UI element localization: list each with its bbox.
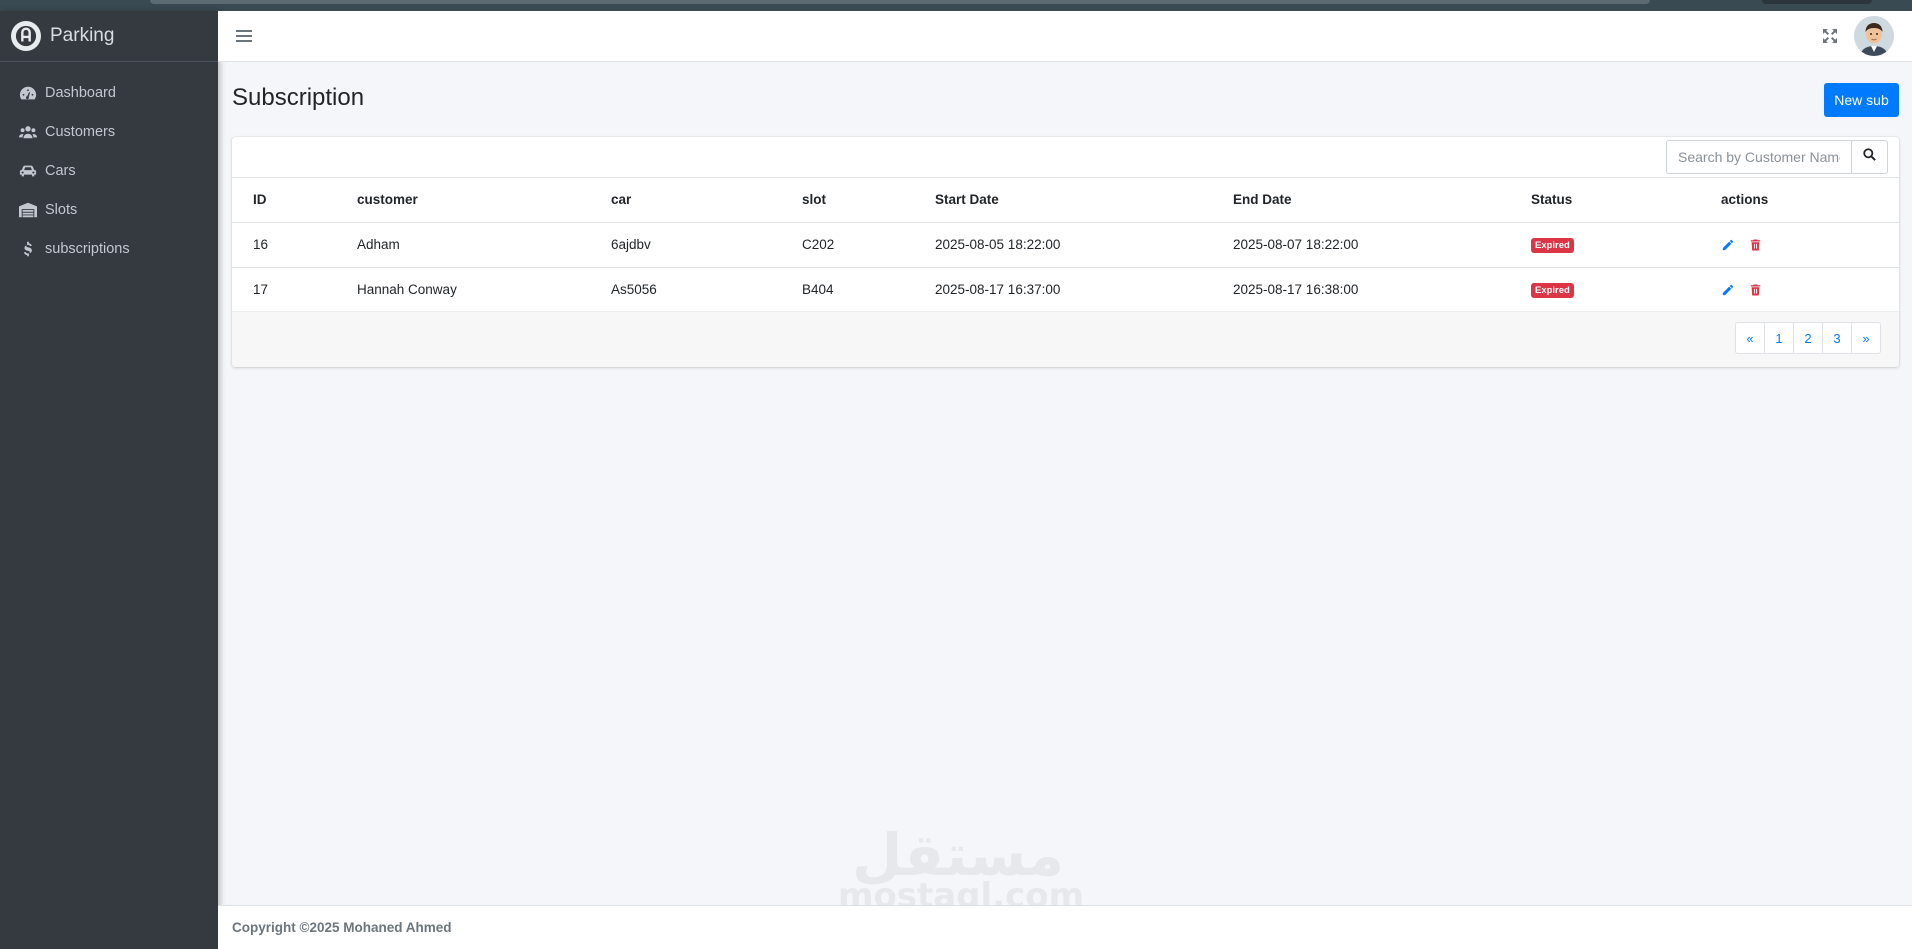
search-group bbox=[1666, 140, 1888, 174]
sidebar: Parking Dashboard Customers Cars Slots s… bbox=[0, 11, 218, 949]
card-header bbox=[232, 137, 1899, 178]
pagination-next[interactable]: » bbox=[1851, 322, 1881, 354]
card-footer: « 1 2 3 » bbox=[232, 311, 1899, 367]
parking-logo-icon bbox=[11, 21, 41, 51]
page-title: Subscription bbox=[232, 84, 365, 111]
column-header-status[interactable]: Status bbox=[1510, 178, 1700, 223]
brand-link[interactable]: Parking bbox=[0, 11, 218, 62]
sidebar-item-label: Customers bbox=[45, 123, 116, 140]
pagination: « 1 2 3 » bbox=[1735, 322, 1881, 354]
search-button[interactable] bbox=[1851, 140, 1888, 174]
topbar bbox=[218, 11, 1912, 62]
cell-car: As5056 bbox=[611, 282, 657, 298]
table-header-row: ID customer car slot Start Date End Date… bbox=[232, 178, 1899, 223]
copyright-text: Copyright ©2025 Mohaned Ahmed bbox=[232, 920, 452, 935]
pagination-prev[interactable]: « bbox=[1735, 322, 1765, 354]
column-header-start-date[interactable]: Start Date bbox=[914, 178, 1212, 223]
pagination-page-1[interactable]: 1 bbox=[1764, 322, 1794, 354]
cell-start-date: 2025-08-05 18:22:00 bbox=[914, 222, 1212, 268]
cell-customer: Hannah Conway bbox=[357, 282, 457, 298]
edit-icon[interactable] bbox=[1721, 283, 1735, 297]
sidebar-item-dashboard[interactable]: Dashboard bbox=[0, 73, 218, 112]
browser-tab-strip bbox=[150, 0, 1650, 4]
cell-end-date: 2025-08-07 18:22:00 bbox=[1212, 222, 1510, 268]
dollar-icon bbox=[17, 241, 39, 257]
delete-icon[interactable] bbox=[1749, 238, 1763, 252]
warehouse-icon bbox=[17, 202, 39, 218]
status-badge: Expired bbox=[1531, 283, 1574, 299]
cell-id: 17 bbox=[253, 282, 269, 298]
cell-start-date: 2025-08-17 16:37:00 bbox=[935, 282, 1061, 298]
delete-icon[interactable] bbox=[1749, 283, 1763, 297]
main-content: Subscription New sub ID customer car slo… bbox=[218, 62, 1912, 905]
hamburger-icon[interactable] bbox=[236, 27, 252, 45]
cell-id: 16 bbox=[232, 222, 336, 268]
expand-icon[interactable] bbox=[1820, 26, 1840, 46]
sidebar-item-subscriptions[interactable]: subscriptions bbox=[0, 229, 218, 268]
users-icon bbox=[17, 124, 39, 140]
cell-status: Expired bbox=[1510, 222, 1700, 268]
pagination-page-2[interactable]: 2 bbox=[1793, 322, 1823, 354]
search-icon bbox=[1863, 148, 1876, 166]
edit-icon[interactable] bbox=[1721, 238, 1735, 252]
car-icon bbox=[17, 163, 39, 179]
sidebar-item-customers[interactable]: Customers bbox=[0, 112, 218, 151]
column-header-slot[interactable]: slot bbox=[781, 178, 914, 223]
column-header-customer[interactable]: customer bbox=[336, 178, 590, 223]
cell-car: 6ajdbv bbox=[590, 222, 781, 268]
gauge-icon bbox=[17, 85, 39, 101]
subscriptions-table: ID customer car slot Start Date End Date… bbox=[232, 178, 1899, 312]
cell-actions bbox=[1700, 222, 1899, 268]
column-header-id[interactable]: ID bbox=[232, 178, 336, 223]
browser-tab-strip-right bbox=[1762, 0, 1872, 4]
status-badge: Expired bbox=[1531, 238, 1574, 253]
table-row: 16 Adham 6ajdbv C202 2025-08-05 18:22:00… bbox=[232, 222, 1899, 268]
sidebar-item-label: Cars bbox=[45, 162, 76, 179]
column-header-car[interactable]: car bbox=[590, 178, 781, 223]
cell-customer: Adham bbox=[336, 222, 590, 268]
table-row: 17 Hannah Conway As5056 B404 2025-08-17 … bbox=[232, 267, 1899, 312]
subscriptions-card: ID customer car slot Start Date End Date… bbox=[232, 137, 1899, 367]
page-footer: Copyright ©2025 Mohaned Ahmed bbox=[218, 905, 1912, 949]
cell-end-date: 2025-08-17 16:38:00 bbox=[1233, 282, 1359, 298]
cell-slot: C202 bbox=[781, 222, 914, 268]
column-header-actions: actions bbox=[1700, 178, 1899, 223]
cell-slot: B404 bbox=[802, 282, 834, 298]
brand-name: Parking bbox=[50, 25, 115, 46]
cell-status: Expired bbox=[1510, 267, 1700, 312]
sidebar-item-label: subscriptions bbox=[45, 240, 130, 257]
pagination-page-3[interactable]: 3 bbox=[1822, 322, 1852, 354]
new-sub-button[interactable]: New sub bbox=[1824, 83, 1899, 117]
search-input[interactable] bbox=[1666, 140, 1851, 174]
sidebar-item-slots[interactable]: Slots bbox=[0, 190, 218, 229]
column-header-end-date[interactable]: End Date bbox=[1212, 178, 1510, 223]
sidebar-item-label: Dashboard bbox=[45, 84, 116, 101]
cell-actions bbox=[1700, 267, 1899, 312]
sidebar-item-label: Slots bbox=[45, 201, 78, 218]
browser-chrome-strip bbox=[0, 0, 1912, 11]
sidebar-nav: Dashboard Customers Cars Slots subscript… bbox=[0, 62, 218, 268]
user-avatar[interactable] bbox=[1854, 16, 1894, 56]
sidebar-item-cars[interactable]: Cars bbox=[0, 151, 218, 190]
